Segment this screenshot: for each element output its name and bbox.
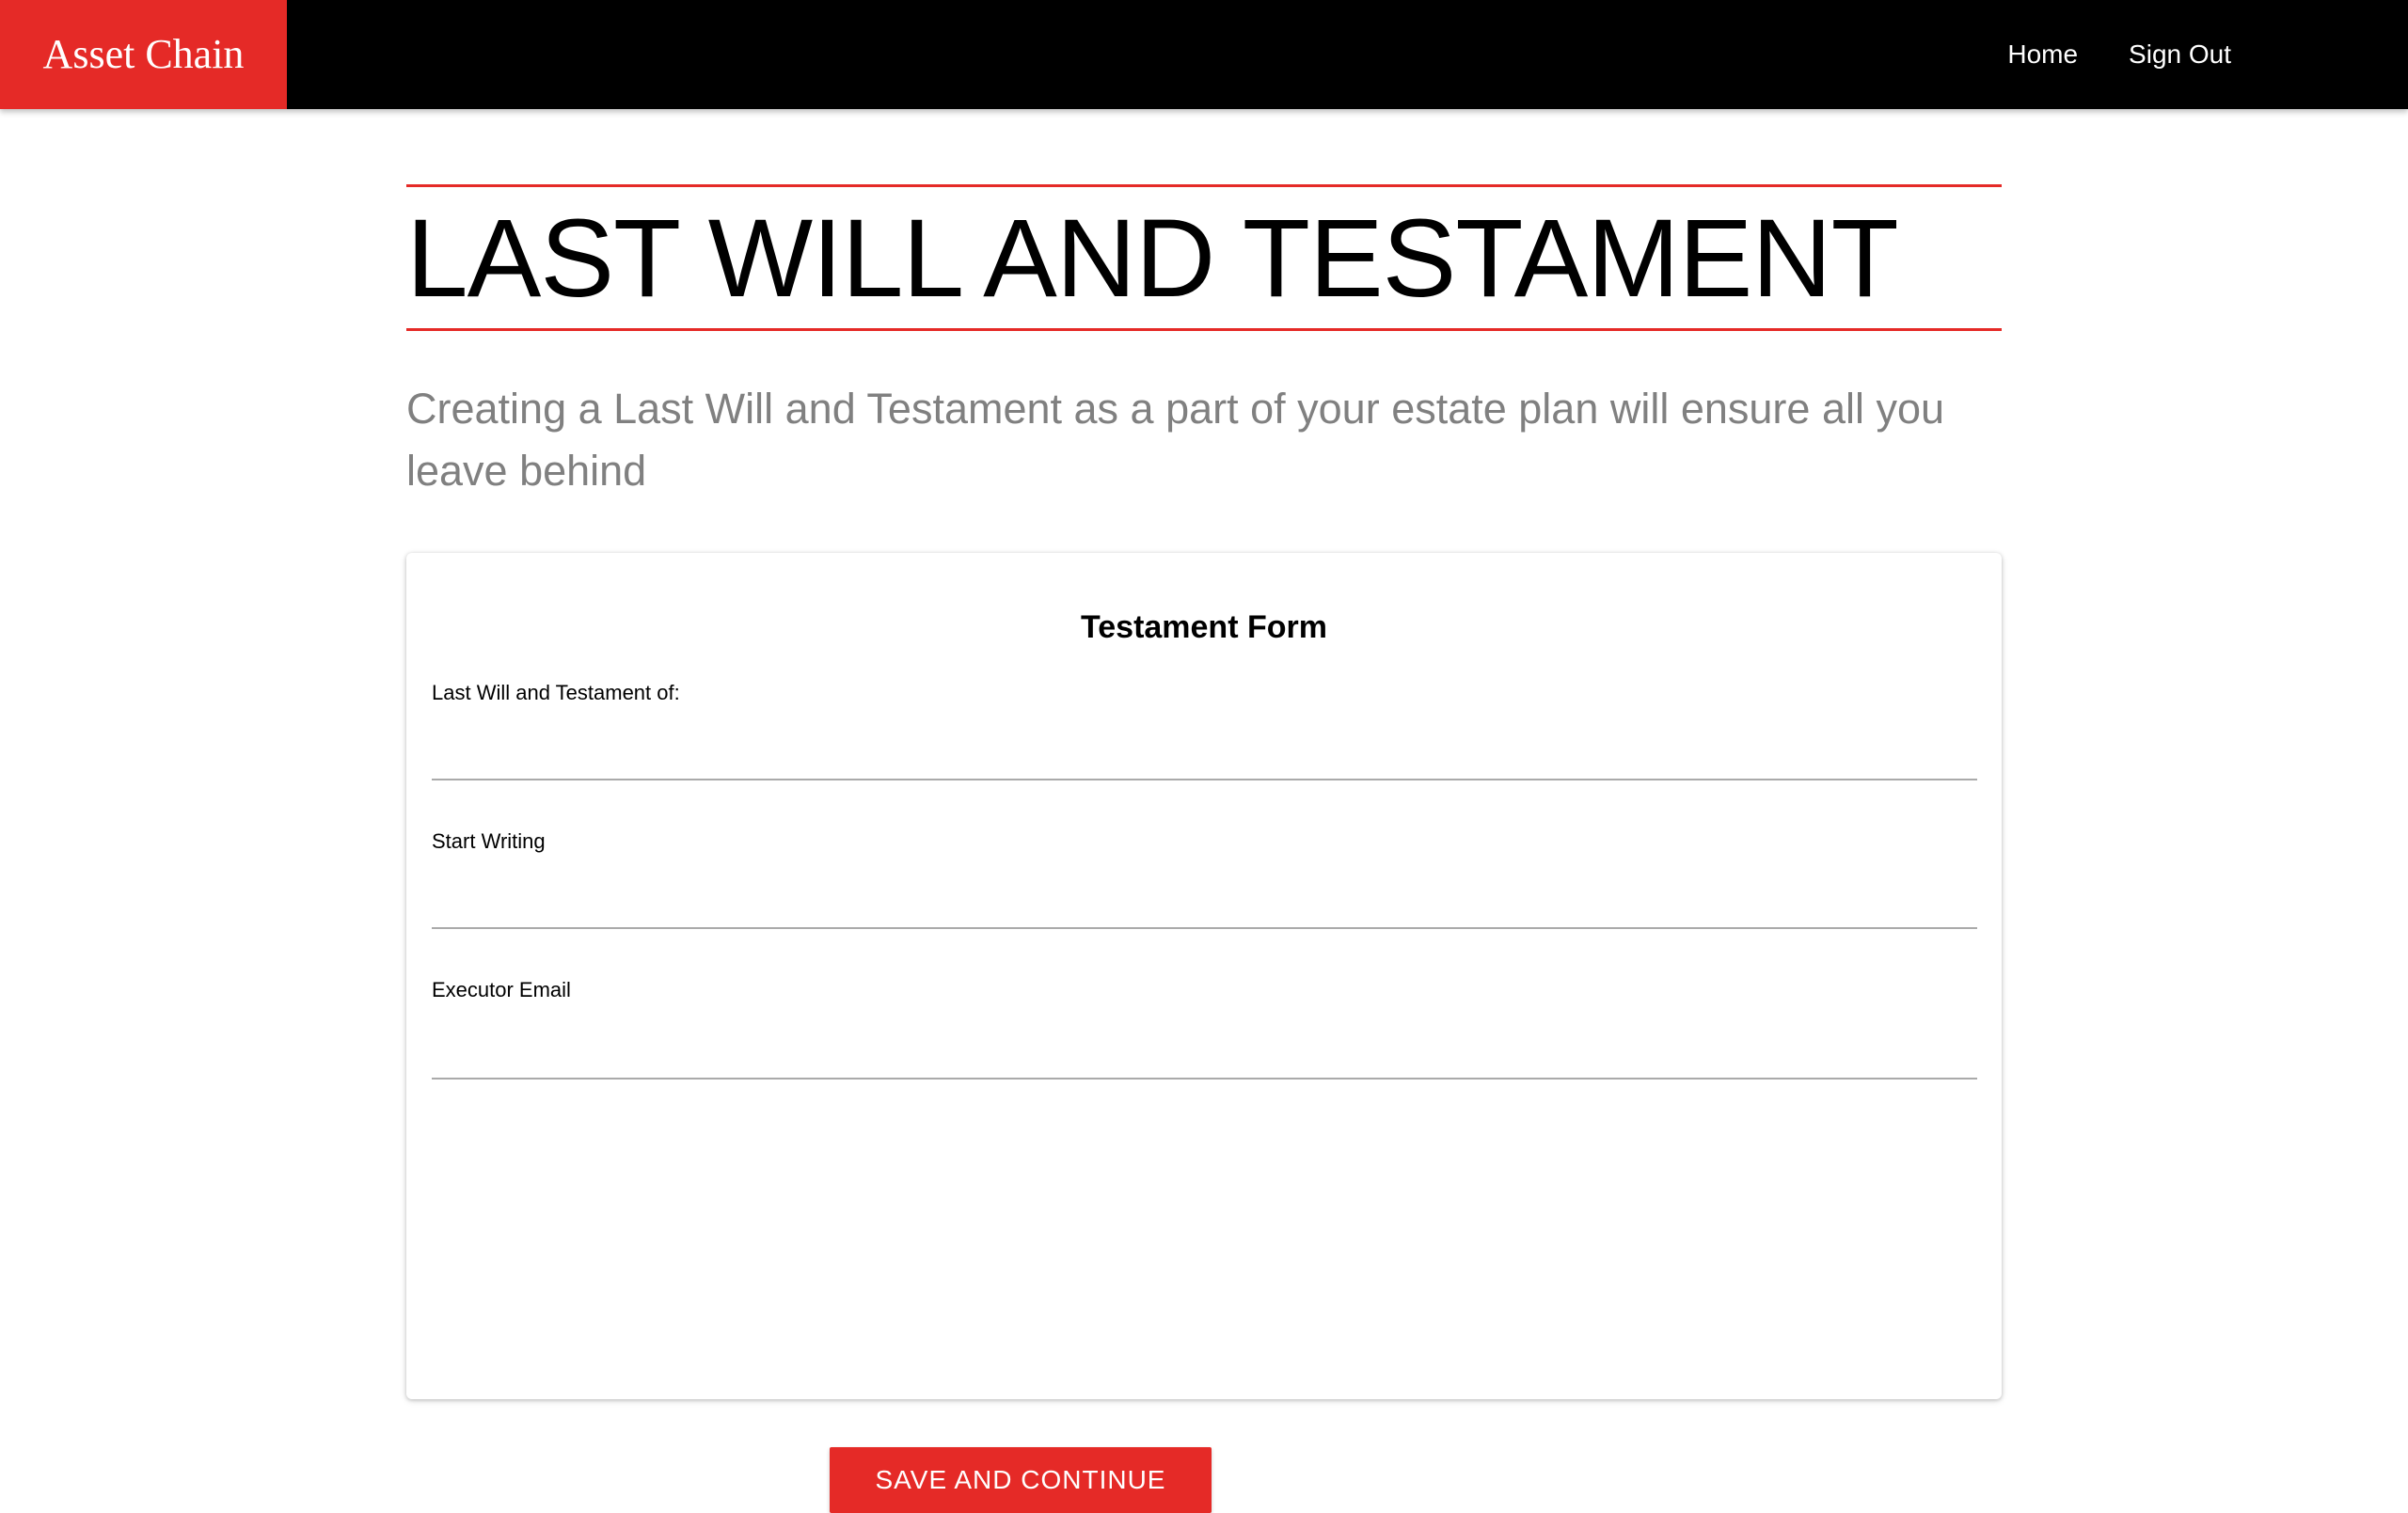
page-title: LAST WILL AND TESTAMENT — [406, 197, 1899, 321]
title-banner: LAST WILL AND TESTAMENT — [406, 184, 2002, 331]
will-text-input[interactable] — [432, 882, 1977, 929]
brand-logo-link[interactable]: Asset Chain — [0, 0, 287, 109]
executor-email-label: Executor Email — [432, 978, 571, 1001]
top-navbar: Asset Chain Home Sign Out — [0, 0, 2408, 109]
nav-links: Home Sign Out — [2007, 0, 2231, 109]
will-text-label: Start Writing — [432, 829, 546, 853]
will-text-field: Start Writing — [432, 829, 1977, 929]
nav-sign-out-link[interactable]: Sign Out — [2129, 39, 2231, 70]
executor-email-input[interactable] — [432, 1032, 1977, 1080]
testament-form-card: Testament Form Last Will and Testament o… — [406, 553, 2002, 1399]
testator-name-input[interactable] — [432, 733, 1977, 780]
page-subtitle: Creating a Last Will and Testament as a … — [406, 385, 1945, 495]
save-and-continue-button[interactable]: SAVE AND CONTINUE — [830, 1447, 1212, 1513]
nav-home-link[interactable]: Home — [2007, 39, 2078, 70]
executor-email-field: Executor Email — [432, 978, 1977, 1080]
testator-name-field: Last Will and Testament of: — [432, 681, 1977, 780]
testator-name-label: Last Will and Testament of: — [432, 681, 680, 704]
form-title: Testament Form — [1081, 609, 1327, 645]
main-content: LAST WILL AND TESTAMENT Creating a Last … — [406, 184, 2002, 1399]
